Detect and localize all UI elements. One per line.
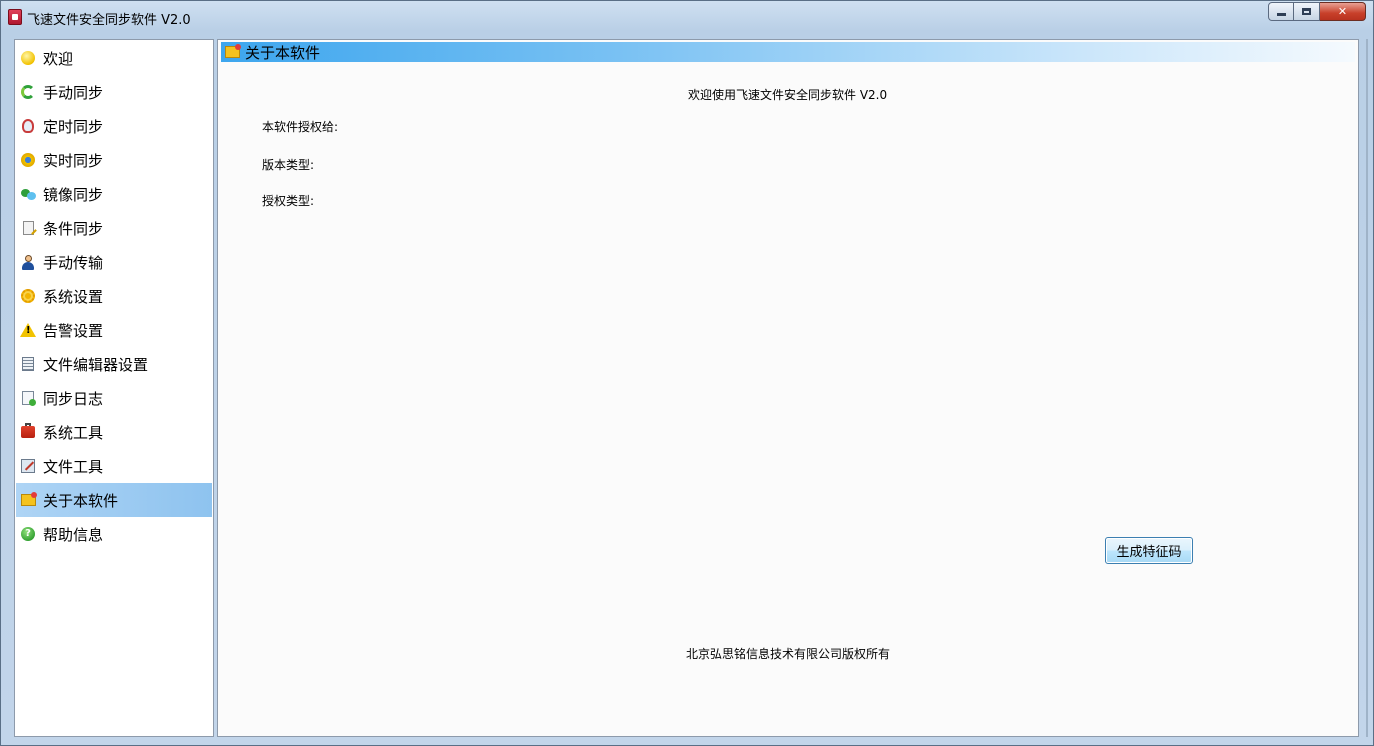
help-icon: ? bbox=[20, 526, 36, 542]
sidebar-item-sync-log[interactable]: 同步日志 bbox=[16, 381, 212, 415]
sidebar-item-label: 系统工具 bbox=[43, 423, 104, 442]
warning-icon bbox=[20, 322, 36, 338]
sidebar-item-label: 实时同步 bbox=[43, 151, 104, 170]
realtime-icon bbox=[20, 152, 36, 168]
sidebar-item-system-tools[interactable]: 系统工具 bbox=[16, 415, 212, 449]
copyright-text: 北京弘思铭信息技术有限公司版权所有 bbox=[686, 647, 891, 661]
sidebar-item-about[interactable]: 关于本软件 bbox=[16, 483, 212, 517]
title-bar[interactable]: 飞速文件安全同步软件 V2.0 ✕ bbox=[1, 1, 1373, 33]
sidebar-item-label: 手动传输 bbox=[43, 253, 104, 272]
sidebar-item-mirror-sync[interactable]: 镜像同步 bbox=[16, 177, 212, 211]
maximize-button[interactable] bbox=[1294, 2, 1320, 21]
minimize-button[interactable] bbox=[1268, 2, 1294, 21]
close-button[interactable]: ✕ bbox=[1320, 2, 1366, 21]
alarm-clock-icon bbox=[20, 118, 36, 134]
minimize-icon bbox=[1276, 13, 1286, 16]
sidebar-nav: 欢迎 手动同步 定时同步 实时同步 镜像同步 条件同步 手动传输 系统设置 ! … bbox=[14, 39, 214, 737]
sidebar-item-file-tools[interactable]: 文件工具 bbox=[16, 449, 212, 483]
app-window: 飞速文件安全同步软件 V2.0 ✕ 欢迎 手动同步 定时同步 实时同步 镜像同步 bbox=[0, 0, 1374, 746]
sidebar-item-label: 手动同步 bbox=[43, 83, 104, 102]
panel-title: 关于本软件 bbox=[245, 43, 321, 62]
about-envelope-icon bbox=[20, 492, 37, 508]
window-title: 飞速文件安全同步软件 V2.0 bbox=[27, 13, 191, 28]
sidebar-item-manual-sync[interactable]: 手动同步 bbox=[16, 75, 212, 109]
sidebar-item-scheduled-sync[interactable]: 定时同步 bbox=[16, 109, 212, 143]
mirror-icon bbox=[20, 186, 36, 202]
condition-doc-icon bbox=[20, 220, 36, 236]
sidebar-item-welcome[interactable]: 欢迎 bbox=[16, 41, 212, 75]
sidebar-item-label: 文件编辑器设置 bbox=[43, 355, 149, 374]
maximize-icon bbox=[1302, 8, 1311, 15]
about-envelope-icon bbox=[224, 44, 241, 60]
sidebar-item-label: 欢迎 bbox=[43, 49, 74, 68]
panel-header: 关于本软件 bbox=[221, 42, 1355, 62]
sidebar-item-label: 系统设置 bbox=[43, 287, 104, 306]
app-logo-icon bbox=[8, 9, 22, 25]
license-type-label: 授权类型: bbox=[262, 194, 315, 208]
user-icon bbox=[20, 254, 36, 270]
sidebar-item-help[interactable]: ? 帮助信息 bbox=[16, 517, 212, 551]
toolbox-icon bbox=[20, 423, 36, 440]
smiley-icon bbox=[20, 50, 36, 66]
sidebar-item-label: 镜像同步 bbox=[43, 185, 104, 204]
sync-arrows-icon bbox=[20, 84, 36, 100]
sidebar-item-system-settings[interactable]: 系统设置 bbox=[16, 279, 212, 313]
editor-doc-icon bbox=[20, 356, 36, 372]
sidebar-item-label: 文件工具 bbox=[43, 457, 104, 476]
file-tool-icon bbox=[20, 458, 36, 474]
sidebar-item-label: 告警设置 bbox=[43, 321, 104, 340]
sidebar-item-condition-sync[interactable]: 条件同步 bbox=[16, 211, 212, 245]
gear-icon bbox=[20, 288, 36, 304]
window-edge bbox=[1366, 39, 1368, 737]
sidebar-item-manual-transfer[interactable]: 手动传输 bbox=[16, 245, 212, 279]
close-icon: ✕ bbox=[1337, 5, 1348, 18]
sidebar-item-alert-settings[interactable]: 告警设置 bbox=[16, 313, 212, 347]
caption-buttons: ✕ bbox=[1268, 2, 1366, 22]
generate-fingerprint-button[interactable]: 生成特征码 bbox=[1105, 537, 1193, 564]
welcome-text: 欢迎使用飞速文件安全同步软件 V2.0 bbox=[688, 88, 888, 102]
sidebar-item-realtime-sync[interactable]: 实时同步 bbox=[16, 143, 212, 177]
version-type-label: 版本类型: bbox=[262, 158, 315, 172]
sidebar-item-label: 同步日志 bbox=[43, 389, 104, 408]
sidebar-item-editor-settings[interactable]: 文件编辑器设置 bbox=[16, 347, 212, 381]
log-doc-icon bbox=[20, 390, 36, 406]
sidebar-item-label: 关于本软件 bbox=[43, 491, 119, 510]
sidebar-item-label: 条件同步 bbox=[43, 219, 104, 238]
sidebar-item-label: 帮助信息 bbox=[43, 525, 104, 544]
sidebar-item-label: 定时同步 bbox=[43, 117, 104, 136]
about-panel: 关于本软件 欢迎使用飞速文件安全同步软件 V2.0 本软件授权给: 版本类型: … bbox=[217, 39, 1359, 737]
licensed-to-label: 本软件授权给: bbox=[262, 120, 339, 134]
